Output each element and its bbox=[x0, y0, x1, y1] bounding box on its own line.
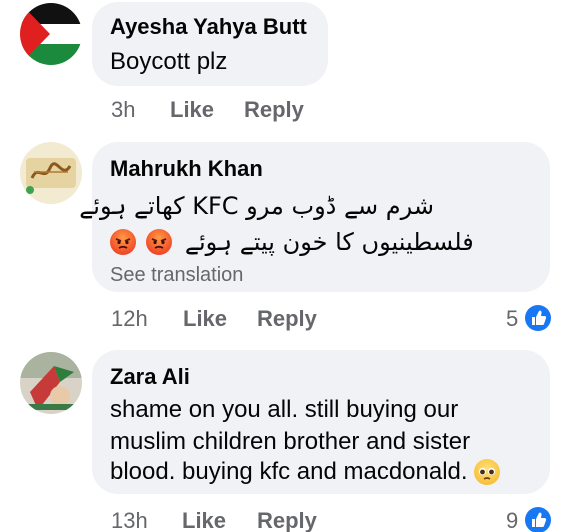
avatar[interactable] bbox=[20, 142, 82, 204]
comment-line-3-row: blood. buying kfc and macdonald. bbox=[110, 458, 501, 486]
comment-time[interactable]: 13h bbox=[111, 508, 148, 532]
reply-button[interactable]: Reply bbox=[244, 97, 304, 123]
comment-1: Ayesha Yahya Butt Boycott plz 3h Like Re… bbox=[0, 0, 570, 130]
thumbs-up-icon[interactable] bbox=[525, 507, 551, 532]
palestine-flag-avatar-icon bbox=[20, 3, 82, 65]
comment-time[interactable]: 12h bbox=[111, 306, 148, 332]
comment-text-line-2: فلسطینیوں کا خون پیتے ہوئے bbox=[184, 228, 474, 256]
comment-bubble: Zara Ali shame on you all. still buying … bbox=[92, 350, 550, 494]
reaction-count[interactable]: 9 bbox=[506, 508, 518, 532]
angry-face-icon bbox=[146, 229, 173, 255]
calligraphy-avatar-icon bbox=[20, 142, 82, 204]
comment-2: Mahrukh Khan شرم سے ڈوب مرو KFC کھاتے ہو… bbox=[0, 138, 570, 338]
comment-bubble: Ayesha Yahya Butt Boycott plz bbox=[92, 2, 328, 86]
comment-text-line-1: شرم سے ڈوب مرو KFC کھاتے ہوئے bbox=[79, 192, 434, 220]
child-flag-avatar-icon bbox=[20, 352, 82, 414]
comment-author[interactable]: Mahrukh Khan bbox=[110, 156, 263, 182]
comment-author[interactable]: Zara Ali bbox=[110, 364, 190, 390]
thumbs-up-icon[interactable] bbox=[525, 305, 551, 331]
reaction-count[interactable]: 5 bbox=[506, 306, 518, 332]
comment-text-line-3: blood. buying kfc and macdonald. bbox=[110, 458, 468, 485]
avatar[interactable] bbox=[20, 352, 82, 414]
comment-line-2-row: فلسطینیوں کا خون پیتے ہوئے bbox=[110, 228, 474, 256]
avatar[interactable] bbox=[20, 3, 82, 65]
like-button[interactable]: Like bbox=[170, 97, 214, 123]
comment-3: Zara Ali shame on you all. still buying … bbox=[0, 348, 570, 532]
comment-text-line-1: shame on you all. still buying our bbox=[110, 396, 459, 423]
like-button[interactable]: Like bbox=[182, 508, 226, 532]
see-translation-link[interactable]: See translation bbox=[110, 264, 243, 287]
like-button[interactable]: Like bbox=[183, 306, 227, 332]
comment-author[interactable]: Ayesha Yahya Butt bbox=[110, 14, 307, 40]
comment-text-line-2: muslim children brother and sister bbox=[110, 428, 471, 455]
pleading-face-icon bbox=[474, 459, 501, 485]
comment-bubble: Mahrukh Khan شرم سے ڈوب مرو KFC کھاتے ہو… bbox=[79, 142, 550, 292]
angry-face-icon bbox=[110, 229, 136, 255]
reply-button[interactable]: Reply bbox=[257, 306, 317, 332]
reply-button[interactable]: Reply bbox=[257, 508, 317, 532]
comment-text: Boycott plz bbox=[110, 48, 228, 75]
comment-time[interactable]: 3h bbox=[111, 97, 135, 123]
